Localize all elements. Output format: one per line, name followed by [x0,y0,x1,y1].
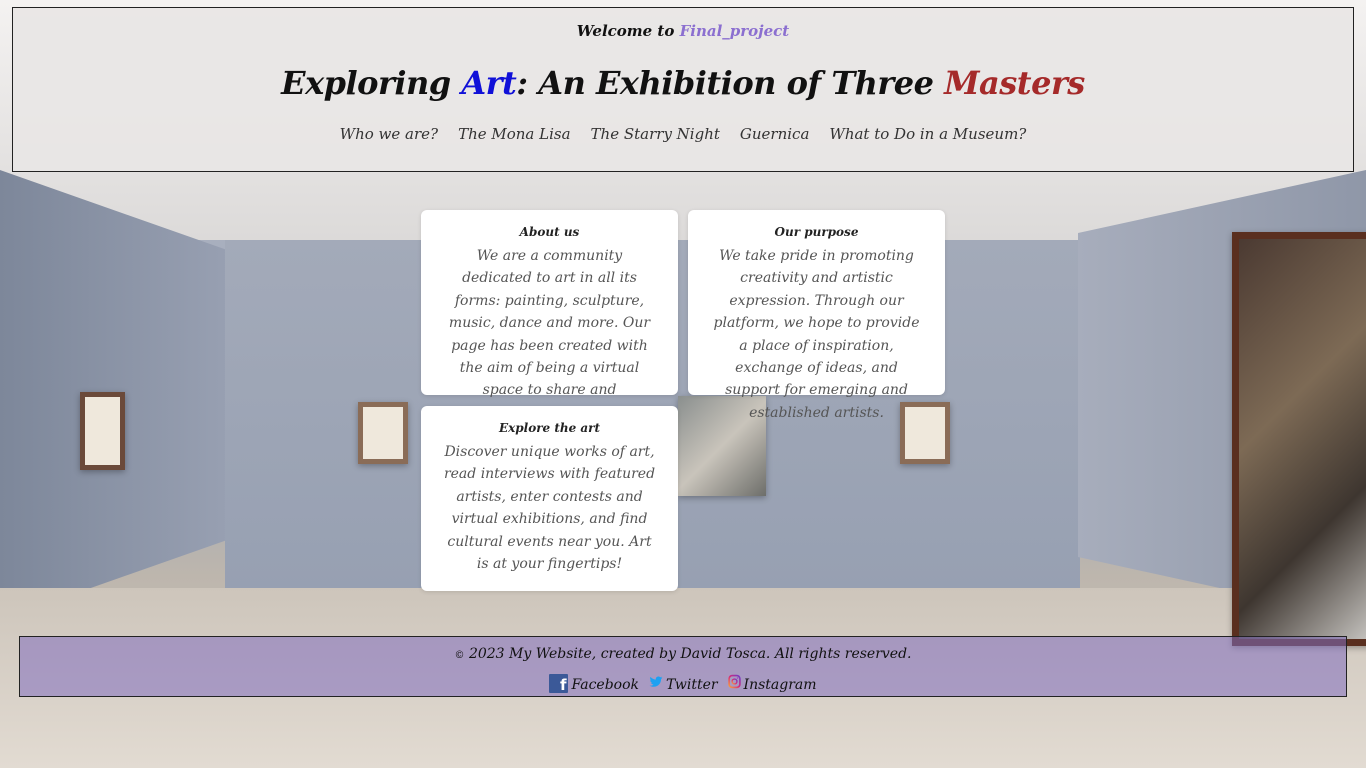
card-text: Discover unique works of art, read inter… [443,444,656,573]
painting-frame [1232,232,1366,646]
nav-mona-lisa[interactable]: The Mona Lisa [458,125,570,143]
welcome-prefix: Welcome to [576,22,675,40]
instagram-link[interactable]: Instagram [727,673,817,693]
nav-guernica[interactable]: Guernica [740,125,810,143]
card-title: About us [519,225,580,239]
title-part2: : An Exhibition of Three [516,64,945,102]
site-name: Final_project [679,22,790,40]
card-our-purpose: Our purpose We take pride in promoting c… [688,210,945,421]
title-art: Art [461,64,517,102]
facebook-label: Facebook [571,677,640,693]
social-links: f Facebook Twitter Instagram [20,673,1346,694]
twitter-label: Twitter [666,677,718,693]
card-about-us: About us We are a community dedicated to… [421,210,678,421]
painting-frame [358,402,408,464]
site-footer: © 2023 My Website, created by David Tosc… [19,636,1347,697]
twitter-link[interactable]: Twitter [649,675,718,693]
card-title: Explore the art [498,421,601,435]
copyright: © 2023 My Website, created by David Tosc… [20,646,1346,662]
instagram-label: Instagram [743,677,817,693]
facebook-icon: f [549,674,569,694]
twitter-icon [649,676,663,687]
copyright-symbol: © [454,650,465,661]
card-explore-art: Explore the art Discover unique works of… [421,406,678,591]
title-masters: Masters [944,64,1085,102]
title-part1: Exploring [281,64,462,102]
card-text: We take pride in promoting creativity an… [713,248,920,421]
painting-frame [80,392,125,470]
main-nav: Who we are? The Mona Lisa The Starry Nig… [13,125,1353,143]
page-title: Exploring Art: An Exhibition of Three Ma… [13,64,1353,102]
nav-who-we-are[interactable]: Who we are? [340,125,438,143]
copyright-text: 2023 My Website, created by David Tosca.… [468,646,912,662]
nav-museum-tips[interactable]: What to Do in a Museum? [829,125,1026,143]
welcome-line: Welcome to Final_project [13,22,1353,40]
card-text: We are a community dedicated to art in a… [448,248,651,421]
instagram-icon [727,674,741,689]
nav-starry-night[interactable]: The Starry Night [591,125,720,143]
card-title: Our purpose [774,225,859,239]
facebook-link[interactable]: f Facebook [549,674,640,694]
site-header: Welcome to Final_project Exploring Art: … [12,7,1354,172]
